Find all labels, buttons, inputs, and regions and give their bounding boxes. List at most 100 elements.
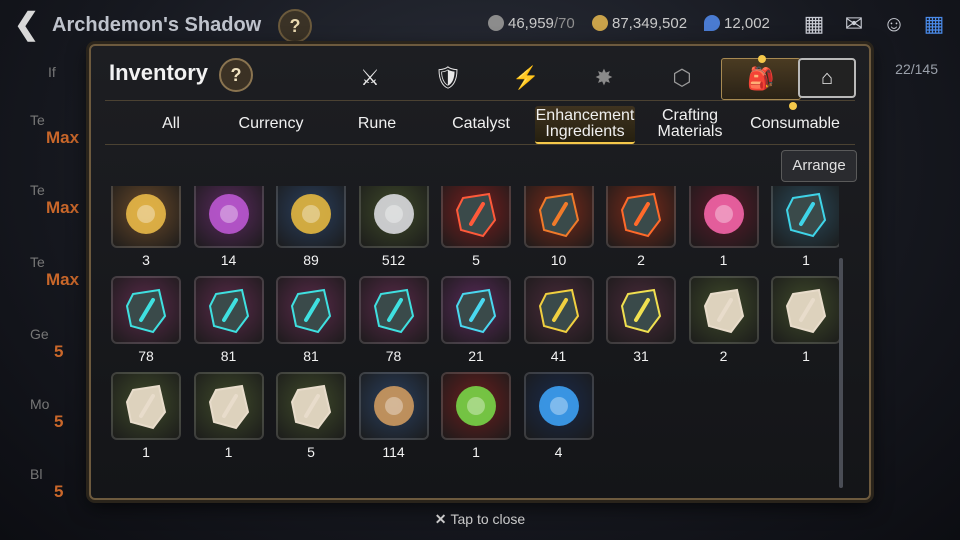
tap-to-close[interactable]: ✕ Tap to close: [0, 511, 960, 528]
inventory-item[interactable]: 114: [358, 372, 429, 464]
back-button[interactable]: ❮: [14, 10, 40, 40]
stamina-display[interactable]: 46,959/70: [488, 15, 575, 32]
hud-help-button[interactable]: ?: [278, 9, 312, 43]
tab-equipment[interactable]: ⚔: [331, 58, 409, 98]
lightning-icon: ⚡: [512, 65, 540, 90]
inventory-item[interactable]: 512: [358, 186, 429, 272]
stage-title: Archdemon's Shadow: [52, 14, 262, 36]
tab-materials[interactable]: 🎒: [721, 55, 801, 100]
gold-icon: [592, 15, 608, 31]
inventory-item[interactable]: 1: [688, 186, 759, 272]
inventory-item[interactable]: 5: [441, 186, 511, 272]
inventory-item[interactable]: 78: [358, 276, 429, 368]
inventory-item[interactable]: 3: [111, 186, 181, 272]
item-frame: [688, 186, 759, 248]
inventory-item[interactable]: 21: [441, 276, 511, 368]
item-count: 21: [468, 348, 484, 364]
item-count: 2: [637, 252, 645, 268]
green-orb-icon: [456, 386, 496, 426]
red-rune-hex-icon: [455, 192, 497, 238]
tab-artifact[interactable]: 🛡: [409, 58, 487, 98]
mail-icon[interactable]: ✉: [840, 10, 868, 38]
stamina-max: /70: [553, 15, 575, 32]
tab-special[interactable]: ✸: [565, 58, 643, 98]
inventory-item[interactable]: 1: [771, 186, 839, 272]
item-count: 2: [719, 348, 728, 364]
scrollbar[interactable]: [839, 258, 843, 488]
blue-sigil-icon: [538, 386, 579, 426]
menu-grid-icon[interactable]: ▦: [920, 10, 948, 38]
item-frame: [358, 372, 429, 440]
divider: [105, 100, 855, 101]
inventory-item[interactable]: 5: [276, 372, 346, 464]
teal-rune-icon: [125, 288, 167, 334]
inventory-item[interactable]: 2: [606, 186, 676, 272]
filter-crafting-materials[interactable]: Crafting Materials: [645, 106, 735, 142]
tab-box[interactable]: ⬡: [643, 58, 721, 98]
item-frame: [771, 186, 839, 248]
item-count: 78: [138, 348, 154, 364]
item-frame: [193, 276, 264, 344]
hud-icon-bar: ▦ ✉ ☺ ▦: [800, 10, 948, 38]
filter-tabs: All Currency Rune Catalyst Enhancement I…: [111, 106, 851, 144]
item-count: 1: [142, 444, 150, 460]
inventory-item[interactable]: 2: [688, 276, 759, 368]
inventory-item[interactable]: 41: [523, 276, 594, 368]
item-frame: [276, 186, 346, 248]
gold-flower-icon: [291, 194, 331, 234]
filter-catalyst[interactable]: Catalyst: [439, 106, 523, 142]
inventory-item[interactable]: 1: [441, 372, 511, 464]
inventory-item[interactable]: 4: [523, 372, 594, 464]
item-frame: [441, 276, 511, 344]
background-counter: 22/145: [895, 61, 938, 77]
inventory-item[interactable]: 78: [111, 276, 181, 368]
item-count: 78: [385, 348, 402, 364]
inventory-item[interactable]: 31: [606, 276, 676, 368]
item-count: 114: [382, 444, 405, 460]
storage-icon: ⌂: [820, 66, 834, 89]
stone-rune-icon: [703, 288, 744, 334]
item-frame: [771, 276, 839, 344]
spiky-icon: ✸: [594, 65, 614, 90]
inventory-item[interactable]: 14: [193, 186, 264, 272]
gold-value: 87,349,502: [612, 15, 688, 32]
inventory-help-button[interactable]: ?: [219, 58, 253, 92]
stamina-value: 46,959: [508, 15, 554, 32]
inventory-item[interactable]: 89: [276, 186, 346, 272]
stone-rune-swirl-icon: [785, 288, 827, 334]
inventory-item[interactable]: 81: [193, 276, 264, 368]
red-rune-icon: [538, 192, 579, 238]
gold-display[interactable]: 87,349,502: [592, 15, 687, 32]
item-count: 1: [224, 444, 233, 460]
item-frame: [193, 186, 264, 248]
item-frame: [688, 276, 759, 344]
silver-flower-icon: [373, 194, 414, 234]
inventory-item[interactable]: 81: [276, 276, 346, 368]
item-count: 5: [307, 444, 315, 460]
item-frame: [111, 372, 181, 440]
item-count: 31: [633, 348, 649, 364]
filter-rune[interactable]: Rune: [337, 106, 417, 142]
filter-currency[interactable]: Currency: [227, 106, 315, 142]
inventory-item[interactable]: 1: [771, 276, 839, 368]
blue-rune-stone-icon: [785, 192, 827, 238]
skystone-value: 12,002: [724, 15, 770, 32]
arrange-button[interactable]: Arrange: [781, 150, 857, 182]
tab-catalyst[interactable]: ⚡: [487, 58, 565, 98]
shop-icon[interactable]: ▦: [800, 10, 828, 38]
item-frame: [441, 186, 511, 248]
crossed-shield-icon: 🛡: [434, 65, 462, 90]
filter-enhancement-ingredients[interactable]: Enhancement Ingredients: [535, 106, 635, 144]
inventory-item[interactable]: 1: [111, 372, 181, 464]
sword-shield-icon: ⚔: [360, 65, 380, 90]
inventory-title: Inventory: [109, 60, 209, 85]
item-count: 1: [802, 348, 810, 364]
item-count: 1: [802, 252, 810, 268]
skystone-display[interactable]: 12,002: [704, 15, 770, 32]
filter-all[interactable]: All: [131, 106, 211, 142]
inventory-item[interactable]: 10: [523, 186, 594, 272]
storage-button[interactable]: ⌂: [798, 58, 856, 98]
chat-icon[interactable]: ☺: [880, 10, 908, 38]
filter-consumable[interactable]: Consumable: [747, 106, 843, 142]
inventory-item[interactable]: 1: [193, 372, 264, 464]
